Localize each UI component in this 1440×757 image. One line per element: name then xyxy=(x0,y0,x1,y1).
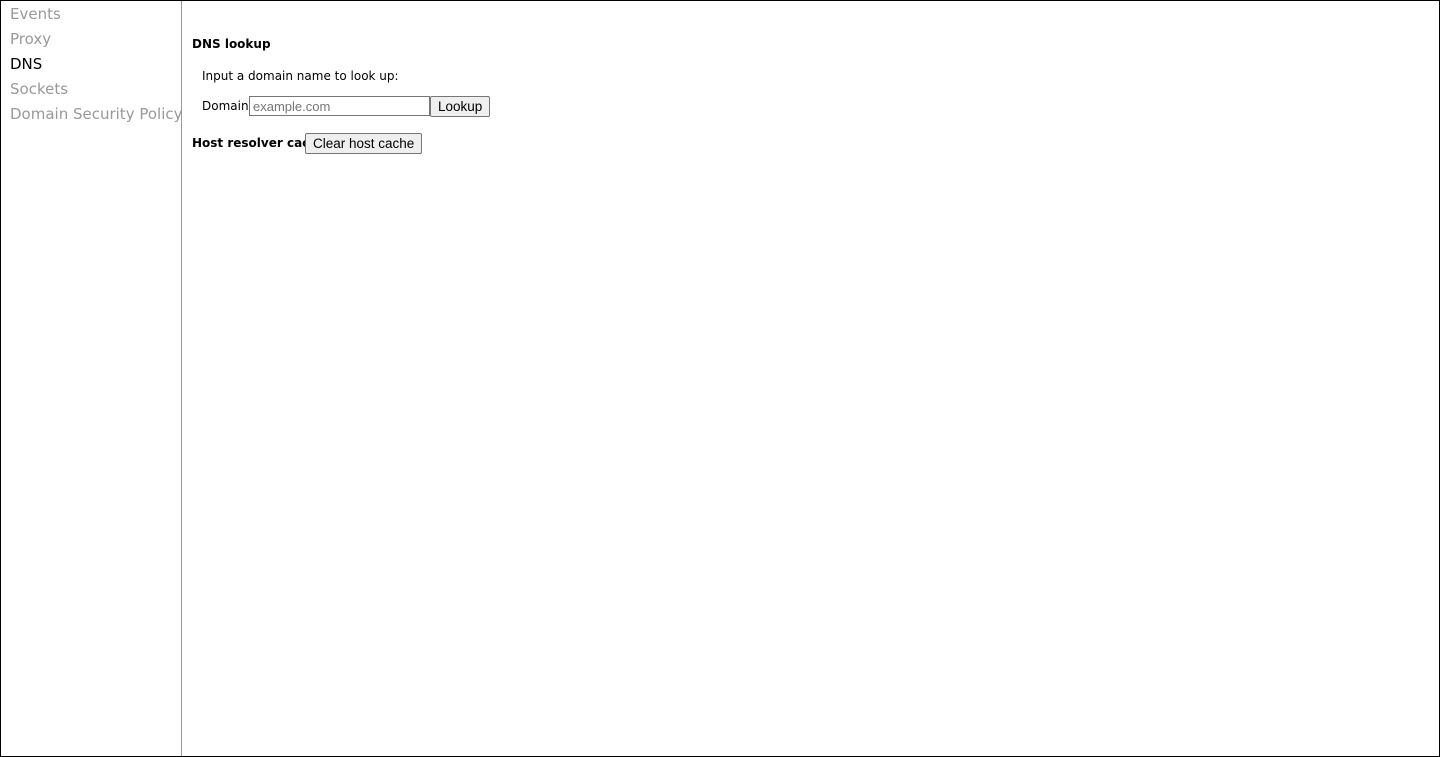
dns-lookup-heading: DNS lookup xyxy=(192,37,271,51)
sidebar-item-proxy[interactable]: Proxy xyxy=(10,30,51,48)
sidebar-item-dns[interactable]: DNS xyxy=(10,55,42,73)
clear-host-cache-button[interactable]: Clear host cache xyxy=(305,133,423,154)
lookup-button[interactable]: Lookup xyxy=(430,96,491,117)
sidebar-item-domain-security-policy[interactable]: Domain Security Policy xyxy=(10,105,183,123)
lookup-hint: Input a domain name to look up: xyxy=(202,69,399,83)
domain-input[interactable] xyxy=(249,96,430,116)
main-content: DNS lookup Input a domain name to look u… xyxy=(182,1,1439,756)
sidebar-item-events[interactable]: Events xyxy=(10,5,61,23)
sidebar: Events Proxy DNS Sockets Domain Security… xyxy=(1,1,183,756)
domain-label: Domain: xyxy=(202,99,253,113)
sidebar-item-sockets[interactable]: Sockets xyxy=(10,80,68,98)
